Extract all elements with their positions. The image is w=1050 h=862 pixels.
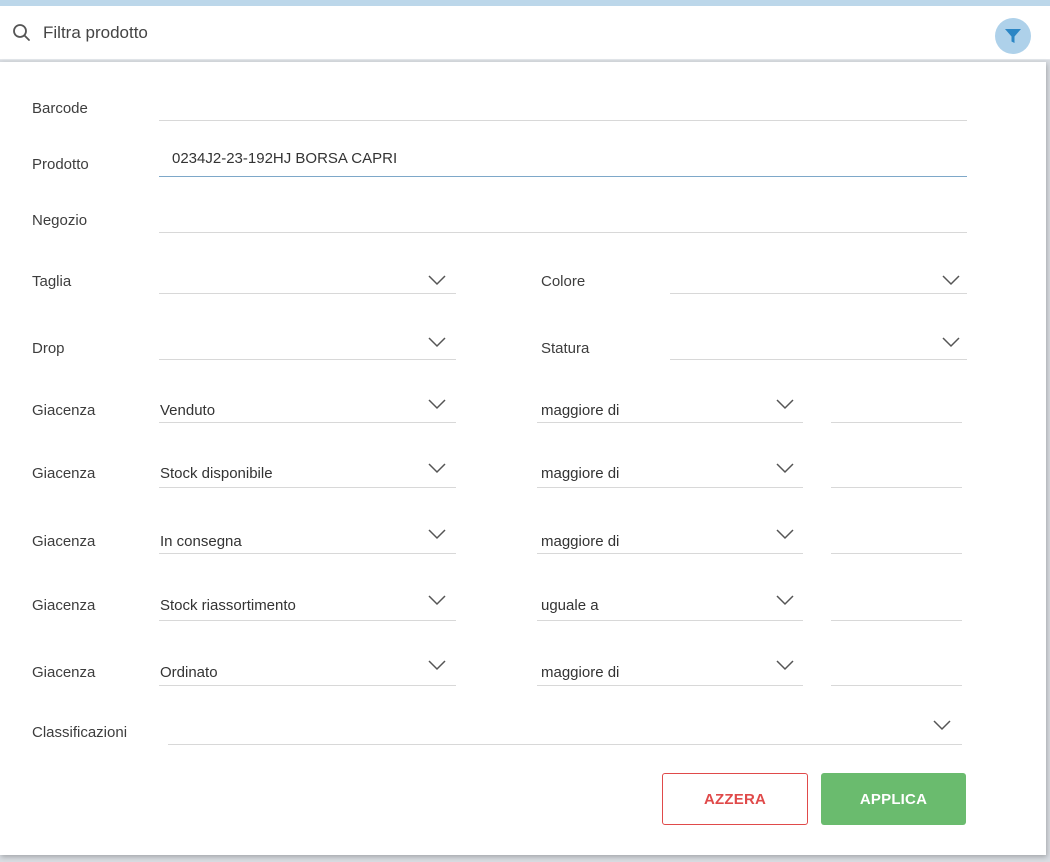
giacenza-type-value: In consegna <box>160 533 242 550</box>
giacenza-type-value: Stock riassortimento <box>160 597 296 614</box>
chevron-down-icon[interactable] <box>942 274 960 286</box>
giacenza-type-select[interactable] <box>159 487 456 488</box>
chevron-down-icon[interactable] <box>428 659 446 671</box>
giacenza-type-select[interactable] <box>159 620 456 621</box>
giacenza-label: Giacenza <box>32 664 96 681</box>
giacenza-operator-value: uguale a <box>541 597 599 614</box>
prodotto-value: 0234J2-23-192HJ BORSA CAPRI <box>172 150 398 167</box>
chevron-down-icon[interactable] <box>776 398 794 410</box>
search-input[interactable]: Filtra prodotto <box>43 23 148 43</box>
chevron-down-icon[interactable] <box>776 659 794 671</box>
giacenza-operator-select[interactable] <box>537 422 803 423</box>
giacenza-type-value: Stock disponibile <box>160 465 273 482</box>
negozio-field[interactable] <box>159 232 967 233</box>
giacenza-amount-input[interactable] <box>831 685 962 686</box>
classificazioni-label: Classificazioni <box>32 724 128 741</box>
reset-button[interactable]: AZZERA <box>662 773 808 825</box>
funnel-icon <box>1005 29 1021 43</box>
chevron-down-icon[interactable] <box>428 462 446 474</box>
chevron-down-icon[interactable] <box>428 398 446 410</box>
giacenza-label: Giacenza <box>32 533 96 550</box>
colore-select[interactable] <box>670 293 967 294</box>
giacenza-operator-value: maggiore di <box>541 664 620 681</box>
giacenza-operator-select[interactable] <box>537 620 803 621</box>
giacenza-label: Giacenza <box>32 465 96 482</box>
statura-label: Statura <box>541 340 590 357</box>
filter-panel: Barcode Prodotto 0234J2-23-192HJ BORSA C… <box>0 62 1046 855</box>
prodotto-label: Prodotto <box>32 156 89 173</box>
barcode-label: Barcode <box>32 100 88 117</box>
barcode-field[interactable] <box>159 120 967 121</box>
giacenza-amount-input[interactable] <box>831 620 962 621</box>
giacenza-amount-input[interactable] <box>831 422 962 423</box>
statura-select[interactable] <box>670 359 967 360</box>
giacenza-operator-value: maggiore di <box>541 402 620 419</box>
negozio-label: Negozio <box>32 212 88 229</box>
chevron-down-icon[interactable] <box>776 528 794 540</box>
taglia-select[interactable] <box>159 293 456 294</box>
giacenza-operator-value: maggiore di <box>541 465 620 482</box>
chevron-down-icon[interactable] <box>776 594 794 606</box>
giacenza-operator-select[interactable] <box>537 685 803 686</box>
taglia-label: Taglia <box>32 273 72 290</box>
search-bar: Filtra prodotto <box>0 0 1050 60</box>
giacenza-type-value: Ordinato <box>160 664 218 681</box>
giacenza-label: Giacenza <box>32 597 96 614</box>
search-icon <box>13 24 30 41</box>
giacenza-amount-input[interactable] <box>831 553 962 554</box>
chevron-down-icon[interactable] <box>933 719 951 731</box>
giacenza-type-select[interactable] <box>159 422 456 423</box>
giacenza-amount-input[interactable] <box>831 487 962 488</box>
giacenza-operator-select[interactable] <box>537 553 803 554</box>
filter-button[interactable] <box>995 18 1031 54</box>
giacenza-type-select[interactable] <box>159 685 456 686</box>
giacenza-type-select[interactable] <box>159 553 456 554</box>
drop-label: Drop <box>32 340 65 357</box>
chevron-down-icon[interactable] <box>776 462 794 474</box>
chevron-down-icon[interactable] <box>942 336 960 348</box>
chevron-down-icon[interactable] <box>428 528 446 540</box>
colore-label: Colore <box>541 273 586 290</box>
giacenza-label: Giacenza <box>32 402 96 419</box>
apply-button[interactable]: APPLICA <box>821 773 966 825</box>
chevron-down-icon[interactable] <box>428 336 446 348</box>
giacenza-type-value: Venduto <box>160 402 216 419</box>
classificazioni-select[interactable] <box>168 744 962 745</box>
giacenza-operator-select[interactable] <box>537 487 803 488</box>
chevron-down-icon[interactable] <box>428 594 446 606</box>
giacenza-operator-value: maggiore di <box>541 533 620 550</box>
chevron-down-icon[interactable] <box>428 274 446 286</box>
drop-select[interactable] <box>159 359 456 360</box>
prodotto-field[interactable] <box>159 176 967 177</box>
